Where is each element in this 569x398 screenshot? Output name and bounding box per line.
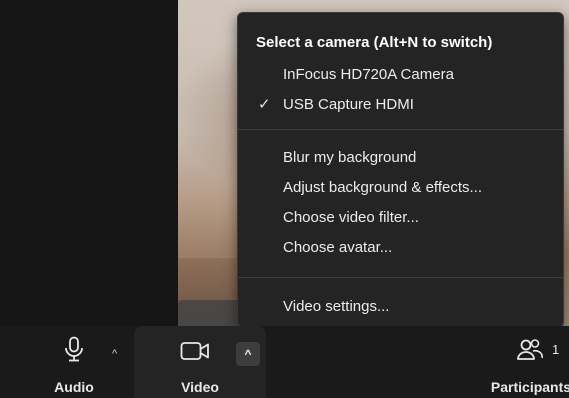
menu-item-label: Choose video filter... (283, 209, 419, 226)
participants-button[interactable]: Participants (476, 326, 569, 398)
audio-label: Audio (54, 379, 94, 395)
menu-divider (238, 277, 563, 278)
chevron-up-icon: ^ (244, 347, 252, 361)
choose-avatar-item[interactable]: Choose avatar... (238, 234, 563, 262)
audio-button[interactable]: Audio (42, 326, 106, 398)
name-tag-strip (178, 300, 244, 326)
choose-video-filter-item[interactable]: Choose video filter... (238, 204, 563, 232)
camera-option-infocus[interactable]: InFocus HD720A Camera (238, 61, 563, 89)
microphone-icon (65, 336, 83, 362)
camera-option-label: USB Capture HDMI (283, 96, 414, 113)
camera-option-usb-capture[interactable]: ✓ USB Capture HDMI (238, 91, 563, 119)
left-video-panel (0, 0, 178, 326)
meeting-toolbar: Audio ^ Video ^ Participants 1 (0, 326, 569, 398)
video-label: Video (181, 379, 219, 395)
participants-icon (517, 339, 543, 360)
camera-option-label: InFocus HD720A Camera (283, 66, 454, 83)
menu-item-label: Adjust background & effects... (283, 179, 483, 196)
menu-item-label: Video settings... (283, 298, 390, 315)
adjust-background-item[interactable]: Adjust background & effects... (238, 174, 563, 202)
participants-label: Participants (490, 379, 569, 395)
blur-background-item[interactable]: Blur my background (238, 144, 563, 172)
video-options-chevron-button[interactable]: ^ (236, 342, 260, 366)
participants-count: 1 (552, 342, 560, 357)
video-settings-item[interactable]: Video settings... (238, 293, 563, 321)
menu-divider (238, 129, 563, 130)
video-camera-icon (180, 342, 209, 360)
menu-item-label: Choose avatar... (283, 239, 393, 256)
meeting-window: Select a camera (Alt+N to switch) InFocu… (0, 0, 569, 398)
checkmark-icon: ✓ (258, 96, 271, 113)
menu-item-label: Blur my background (283, 149, 417, 166)
audio-options-chevron-icon[interactable]: ^ (112, 348, 117, 360)
camera-menu: Select a camera (Alt+N to switch) InFocu… (237, 12, 564, 328)
camera-menu-title: Select a camera (Alt+N to switch) (256, 34, 493, 51)
